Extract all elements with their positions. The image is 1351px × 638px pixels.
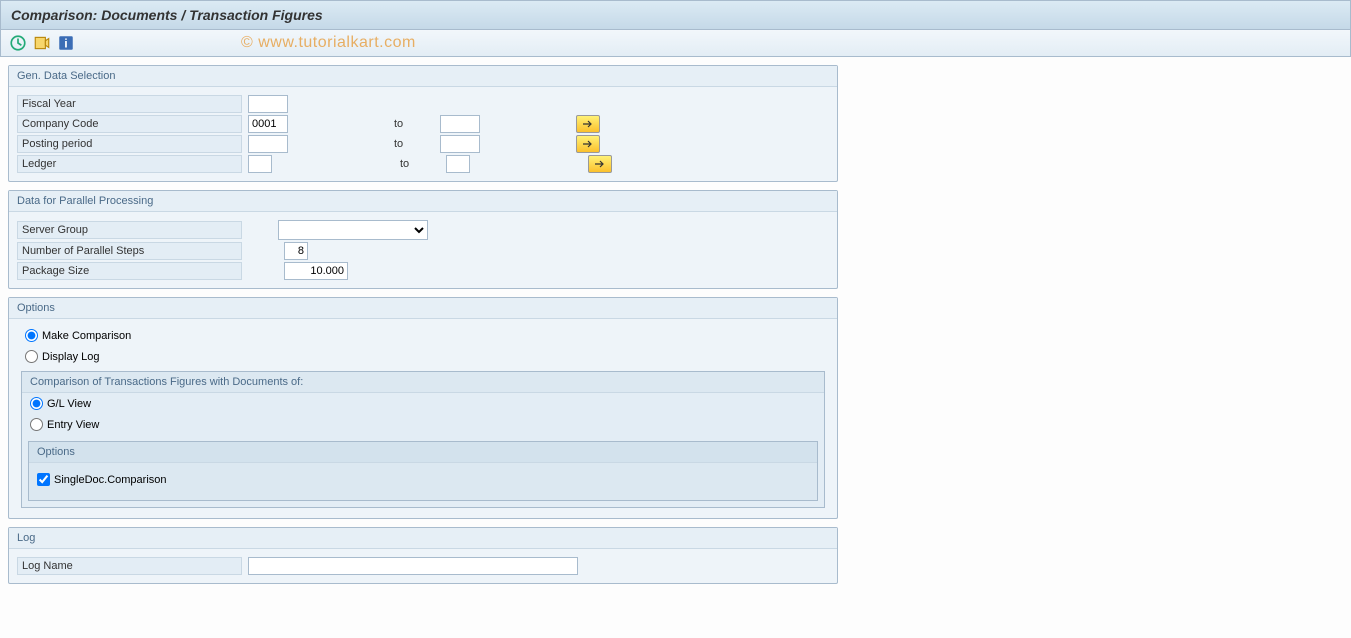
comparison-subgroup-title: Comparison of Transactions Figures with … [22,372,824,393]
ledger-label: Ledger [17,155,242,173]
entry-view-radio[interactable] [30,418,43,431]
info-icon[interactable]: i [57,34,75,52]
log-name-label: Log Name [17,557,242,575]
server-group-label: Server Group [17,221,242,239]
single-doc-label: SingleDoc.Comparison [54,474,167,486]
ledger-to-input[interactable] [446,155,470,173]
company-code-to-input[interactable] [440,115,480,133]
ledger-multiselect-button[interactable] [588,155,612,173]
toolbar: i © www.tutorialkart.com [0,30,1351,57]
variant-icon[interactable] [33,34,51,52]
posting-period-to-input[interactable] [440,135,480,153]
log-name-input[interactable] [248,557,578,575]
options-panel: Options Make Comparison Display Log Comp… [8,297,838,519]
gen-data-selection-panel: Gen. Data Selection Fiscal Year Company … [8,65,838,182]
execute-icon[interactable] [9,34,27,52]
entry-view-label: Entry View [47,419,99,431]
package-size-label: Package Size [17,262,242,280]
watermark: © www.tutorialkart.com [241,34,416,52]
gl-view-radio[interactable] [30,397,43,410]
company-code-multiselect-button[interactable] [576,115,600,133]
inner-options-title: Options [29,442,817,463]
comparison-subgroup: Comparison of Transactions Figures with … [21,371,825,508]
fiscal-year-input[interactable] [248,95,288,113]
log-panel: Log Log Name [8,527,838,584]
company-code-label: Company Code [17,115,242,133]
company-code-to-label: to [394,118,434,130]
ledger-to-label: to [400,158,440,170]
parallel-processing-panel: Data for Parallel Processing Server Grou… [8,190,838,289]
gl-view-label: G/L View [47,398,91,410]
page-title: Comparison: Documents / Transaction Figu… [0,0,1351,30]
package-size-input[interactable] [284,262,348,280]
posting-period-from-input[interactable] [248,135,288,153]
parallel-processing-title: Data for Parallel Processing [9,191,837,212]
parallel-steps-label: Number of Parallel Steps [17,242,242,260]
ledger-from-input[interactable] [248,155,272,173]
make-comparison-radio[interactable] [25,329,38,342]
display-log-radio[interactable] [25,350,38,363]
fiscal-year-label: Fiscal Year [17,95,242,113]
posting-period-label: Posting period [17,135,242,153]
server-group-select[interactable] [278,220,428,240]
options-title: Options [9,298,837,319]
single-doc-checkbox[interactable] [37,473,50,486]
make-comparison-label: Make Comparison [42,330,131,342]
svg-text:i: i [64,37,67,51]
display-log-label: Display Log [42,351,99,363]
inner-options-group: Options SingleDoc.Comparison [28,441,818,501]
gen-data-selection-title: Gen. Data Selection [9,66,837,87]
posting-period-to-label: to [394,138,434,150]
company-code-from-input[interactable] [248,115,288,133]
parallel-steps-input[interactable] [284,242,308,260]
posting-period-multiselect-button[interactable] [576,135,600,153]
log-title: Log [9,528,837,549]
